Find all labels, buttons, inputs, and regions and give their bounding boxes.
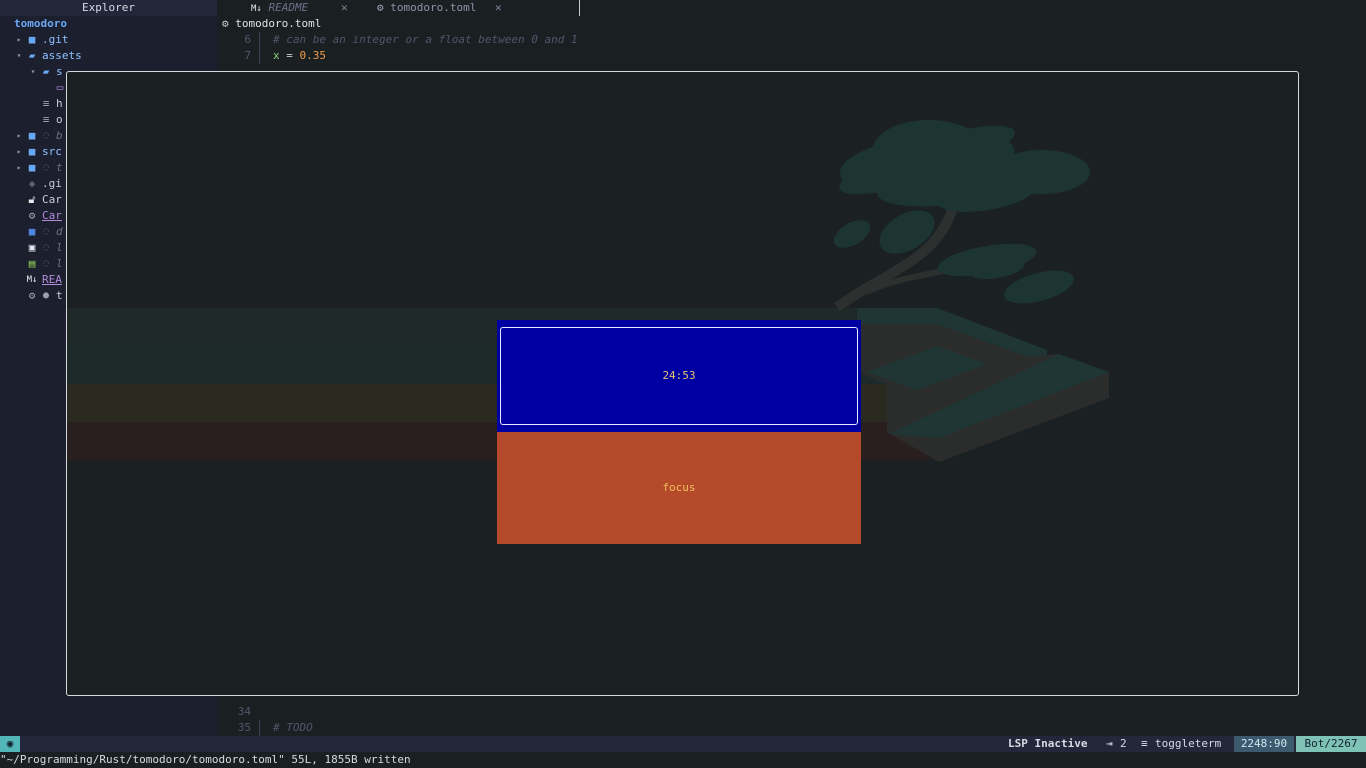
markdown-icon: M↓ (26, 275, 38, 285)
line-number: 35 (237, 721, 251, 734)
git-status-icon: ◌ (42, 226, 50, 237)
command-line[interactable]: "~/Programming/Rust/tomodoro/tomodoro.to… (0, 752, 1366, 768)
tree-item-label: src (42, 145, 62, 158)
mode-panel: focus (497, 432, 861, 544)
tree-item-label: .git (42, 33, 69, 46)
tree-item-label: t (56, 289, 63, 302)
winbar-filename: tomodoro.toml (235, 17, 322, 30)
chevron-right-icon: ▸ (16, 35, 22, 44)
code-comment: # can be an integer or a float between 0… (273, 33, 578, 46)
tab-tomodoro-toml[interactable]: ⚙ tomodoro.toml ✕ (377, 0, 502, 16)
git-icon: ◆ (28, 177, 36, 190)
timer-box: 24:53 (500, 327, 858, 425)
tree-item-label: Car (42, 209, 62, 222)
git-status-icon: ◌ (42, 242, 50, 253)
timer-display: 24:53 (662, 369, 696, 382)
code-line[interactable]: 7 x = 0.35 (217, 48, 1366, 64)
tree-item-label: .gi (42, 177, 62, 190)
chevron-down-icon: ▾ (16, 51, 22, 60)
lsp-status: LSP Inactive (1008, 737, 1088, 750)
explorer-root[interactable]: tomodoro (14, 16, 67, 32)
code-comment: # TODO (273, 721, 313, 734)
tree-item-label: b (56, 129, 63, 142)
tree-item-git[interactable]: ▸ ■ .git (0, 32, 217, 48)
code-line[interactable]: 6 # can be an integer or a float between… (217, 32, 1366, 48)
tree-item-label: s (56, 65, 63, 78)
code-line[interactable]: 35 # TODO (217, 720, 1366, 736)
package-icon: ▣ (28, 241, 36, 254)
gear-icon: ⚙ (222, 17, 229, 30)
code-key: x (273, 49, 280, 62)
gear-icon: ⚙ (377, 1, 384, 14)
folder-icon: ■ (28, 161, 36, 174)
chevron-right-icon: ▸ (16, 163, 22, 172)
file-lines-icon: ≡ (42, 97, 50, 110)
gear-icon: ⚙ (28, 209, 36, 222)
cursor-position: 2248:90 (1234, 736, 1294, 752)
markdown-icon: M↓ (251, 4, 262, 14)
indent-size: 2 (1120, 737, 1127, 750)
indent-icon: ⇥ (1106, 737, 1113, 750)
tree-item-assets[interactable]: ▾ ▰ assets (0, 48, 217, 64)
tree-item-label: h (56, 97, 63, 110)
modified-dot-icon: ● (42, 290, 50, 301)
tab-label: README (268, 1, 309, 14)
folder-open-icon: ▰ (28, 49, 36, 62)
tree-item-label: REA (42, 273, 62, 286)
tree-item-label: d (56, 225, 63, 238)
folder-icon: ■ (28, 145, 36, 158)
line-number: 34 (237, 705, 251, 718)
code-number: 0.35 (299, 49, 327, 62)
tree-item-label: l (56, 241, 63, 254)
folder-icon: ■ (28, 129, 36, 142)
chevron-right-icon: ▸ (16, 147, 22, 156)
filetype: toggleterm (1155, 737, 1222, 750)
image-icon: ▭ (56, 81, 64, 94)
folder-open-icon: ▰ (42, 65, 50, 78)
explorer-title: Explorer (0, 0, 217, 16)
gear-icon: ⚙ (28, 289, 36, 302)
tree-item-label: l (56, 257, 63, 270)
mode-label: focus (662, 481, 696, 494)
mode-indicator-icon: ◉ (0, 736, 20, 752)
line-number: 6 (244, 33, 251, 46)
chevron-down-icon: ▾ (30, 67, 36, 76)
git-status-icon: ◌ (42, 258, 50, 269)
line-number: 7 (244, 49, 251, 62)
floating-terminal[interactable]: 24:53 focus (66, 71, 1299, 696)
folder-icon: ■ (28, 33, 36, 46)
winbar: ⚙ tomodoro.toml (222, 16, 321, 32)
git-status-icon: ◌ (42, 162, 50, 173)
git-status-icon: ◌ (42, 130, 50, 141)
tree-item-label: Car (42, 193, 62, 206)
terminal-icon: ≡ (1141, 737, 1148, 750)
statusline: ◉ LSP Inactive ⇥ 2 ≡ toggleterm 2248:90 … (0, 736, 1366, 752)
tab-readme[interactable]: M↓ README ✕ (251, 0, 348, 16)
code-operator: = (279, 49, 300, 62)
lock-icon: 🔓︎ (28, 193, 36, 206)
file-lines-icon: ≡ (42, 113, 50, 126)
tree-item-label: o (56, 113, 63, 126)
code-line[interactable]: 34 (217, 704, 1366, 720)
tree-item-label: assets (42, 49, 82, 62)
indent-guide (259, 720, 260, 736)
close-icon[interactable]: ✕ (341, 0, 348, 16)
docker-icon: ■ (28, 225, 36, 238)
scroll-percent: Bot/2267 (1296, 736, 1366, 752)
chevron-right-icon: ▸ (16, 131, 22, 140)
tab-divider (579, 0, 580, 16)
tree-item-label: t (56, 161, 63, 174)
license-icon: ▤ (28, 257, 36, 270)
tab-bar: M↓ README ✕ ⚙ tomodoro.toml ✕ (217, 0, 1366, 16)
close-icon[interactable]: ✕ (495, 0, 502, 16)
indent-guide (259, 48, 260, 64)
tab-label: tomodoro.toml (390, 1, 477, 14)
indent-guide (259, 32, 260, 48)
code-assignment: x = 0.35 (273, 48, 326, 64)
timer-panel: 24:53 (497, 320, 861, 432)
